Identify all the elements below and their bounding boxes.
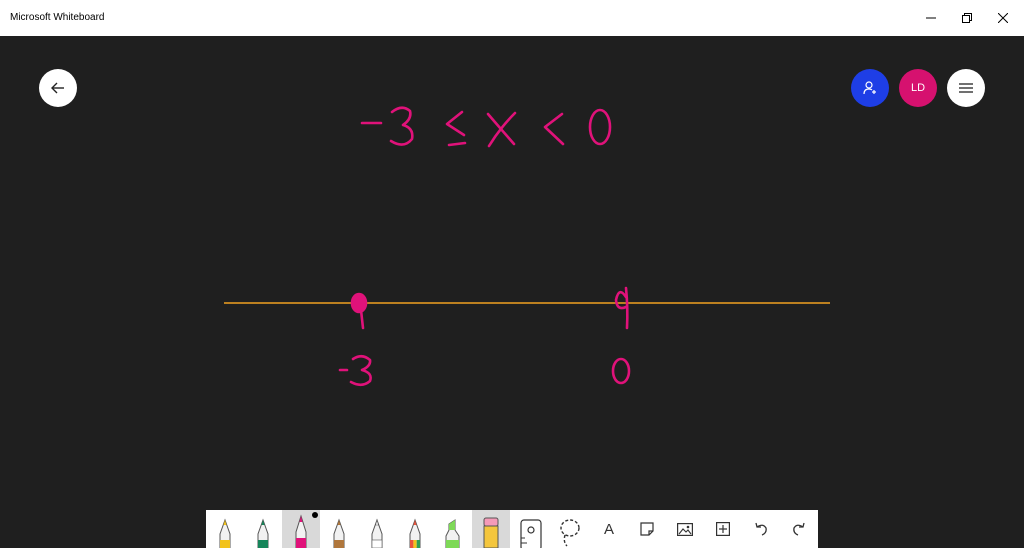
window-title: Microsoft Whiteboard <box>10 12 105 23</box>
pen-icon <box>409 518 421 548</box>
ruler-icon <box>520 519 542 548</box>
highlighter-tool[interactable] <box>434 510 472 548</box>
user-avatar[interactable]: LD <box>899 69 937 107</box>
pen-white-tool[interactable] <box>358 510 396 548</box>
pen-icon <box>219 518 231 548</box>
share-button[interactable] <box>851 69 889 107</box>
undo-icon <box>755 522 767 536</box>
settings-menu-button[interactable] <box>947 69 985 107</box>
pen-icon <box>371 518 383 548</box>
pen-icon <box>295 514 307 548</box>
highlighter-icon <box>445 519 460 548</box>
minimize-icon <box>926 17 936 19</box>
minimize-button[interactable] <box>913 6 949 30</box>
text-tool-label: A <box>603 520 614 538</box>
pen-yellow-tool[interactable] <box>206 510 244 548</box>
arrow-left-icon <box>51 82 64 94</box>
close-icon <box>998 13 1008 23</box>
sticky-note-icon <box>640 522 654 536</box>
pen-icon <box>333 518 345 548</box>
back-button[interactable] <box>39 69 77 107</box>
person-add-icon <box>863 81 876 95</box>
plus-box-icon <box>716 522 730 536</box>
text-tool[interactable]: A <box>590 510 628 548</box>
pen-rainbow-tool[interactable] <box>396 510 434 548</box>
sticky-note-tool[interactable] <box>628 510 666 548</box>
eraser-tool[interactable] <box>472 510 510 548</box>
pen-brown-tool[interactable] <box>320 510 358 548</box>
image-icon <box>677 522 693 536</box>
redo-icon <box>793 522 805 536</box>
eraser-icon <box>483 517 499 548</box>
whiteboard-canvas[interactable] <box>0 36 1024 548</box>
window-titlebar: Microsoft Whiteboard <box>0 0 1024 36</box>
pen-green-tool[interactable] <box>244 510 282 548</box>
restore-icon <box>962 13 972 23</box>
redo-button[interactable] <box>780 510 818 548</box>
ink-toolbar: A <box>206 510 818 548</box>
lasso-icon <box>560 519 580 547</box>
selected-tool-indicator <box>312 512 318 518</box>
restore-button[interactable] <box>949 6 985 30</box>
undo-button[interactable] <box>742 510 780 548</box>
hamburger-menu-icon <box>959 83 973 93</box>
pen-icon <box>257 518 269 548</box>
ruler-tool[interactable] <box>512 510 550 548</box>
image-tool[interactable] <box>666 510 704 548</box>
lasso-tool[interactable] <box>551 510 589 548</box>
close-button[interactable] <box>985 6 1021 30</box>
add-content-button[interactable] <box>704 510 742 548</box>
